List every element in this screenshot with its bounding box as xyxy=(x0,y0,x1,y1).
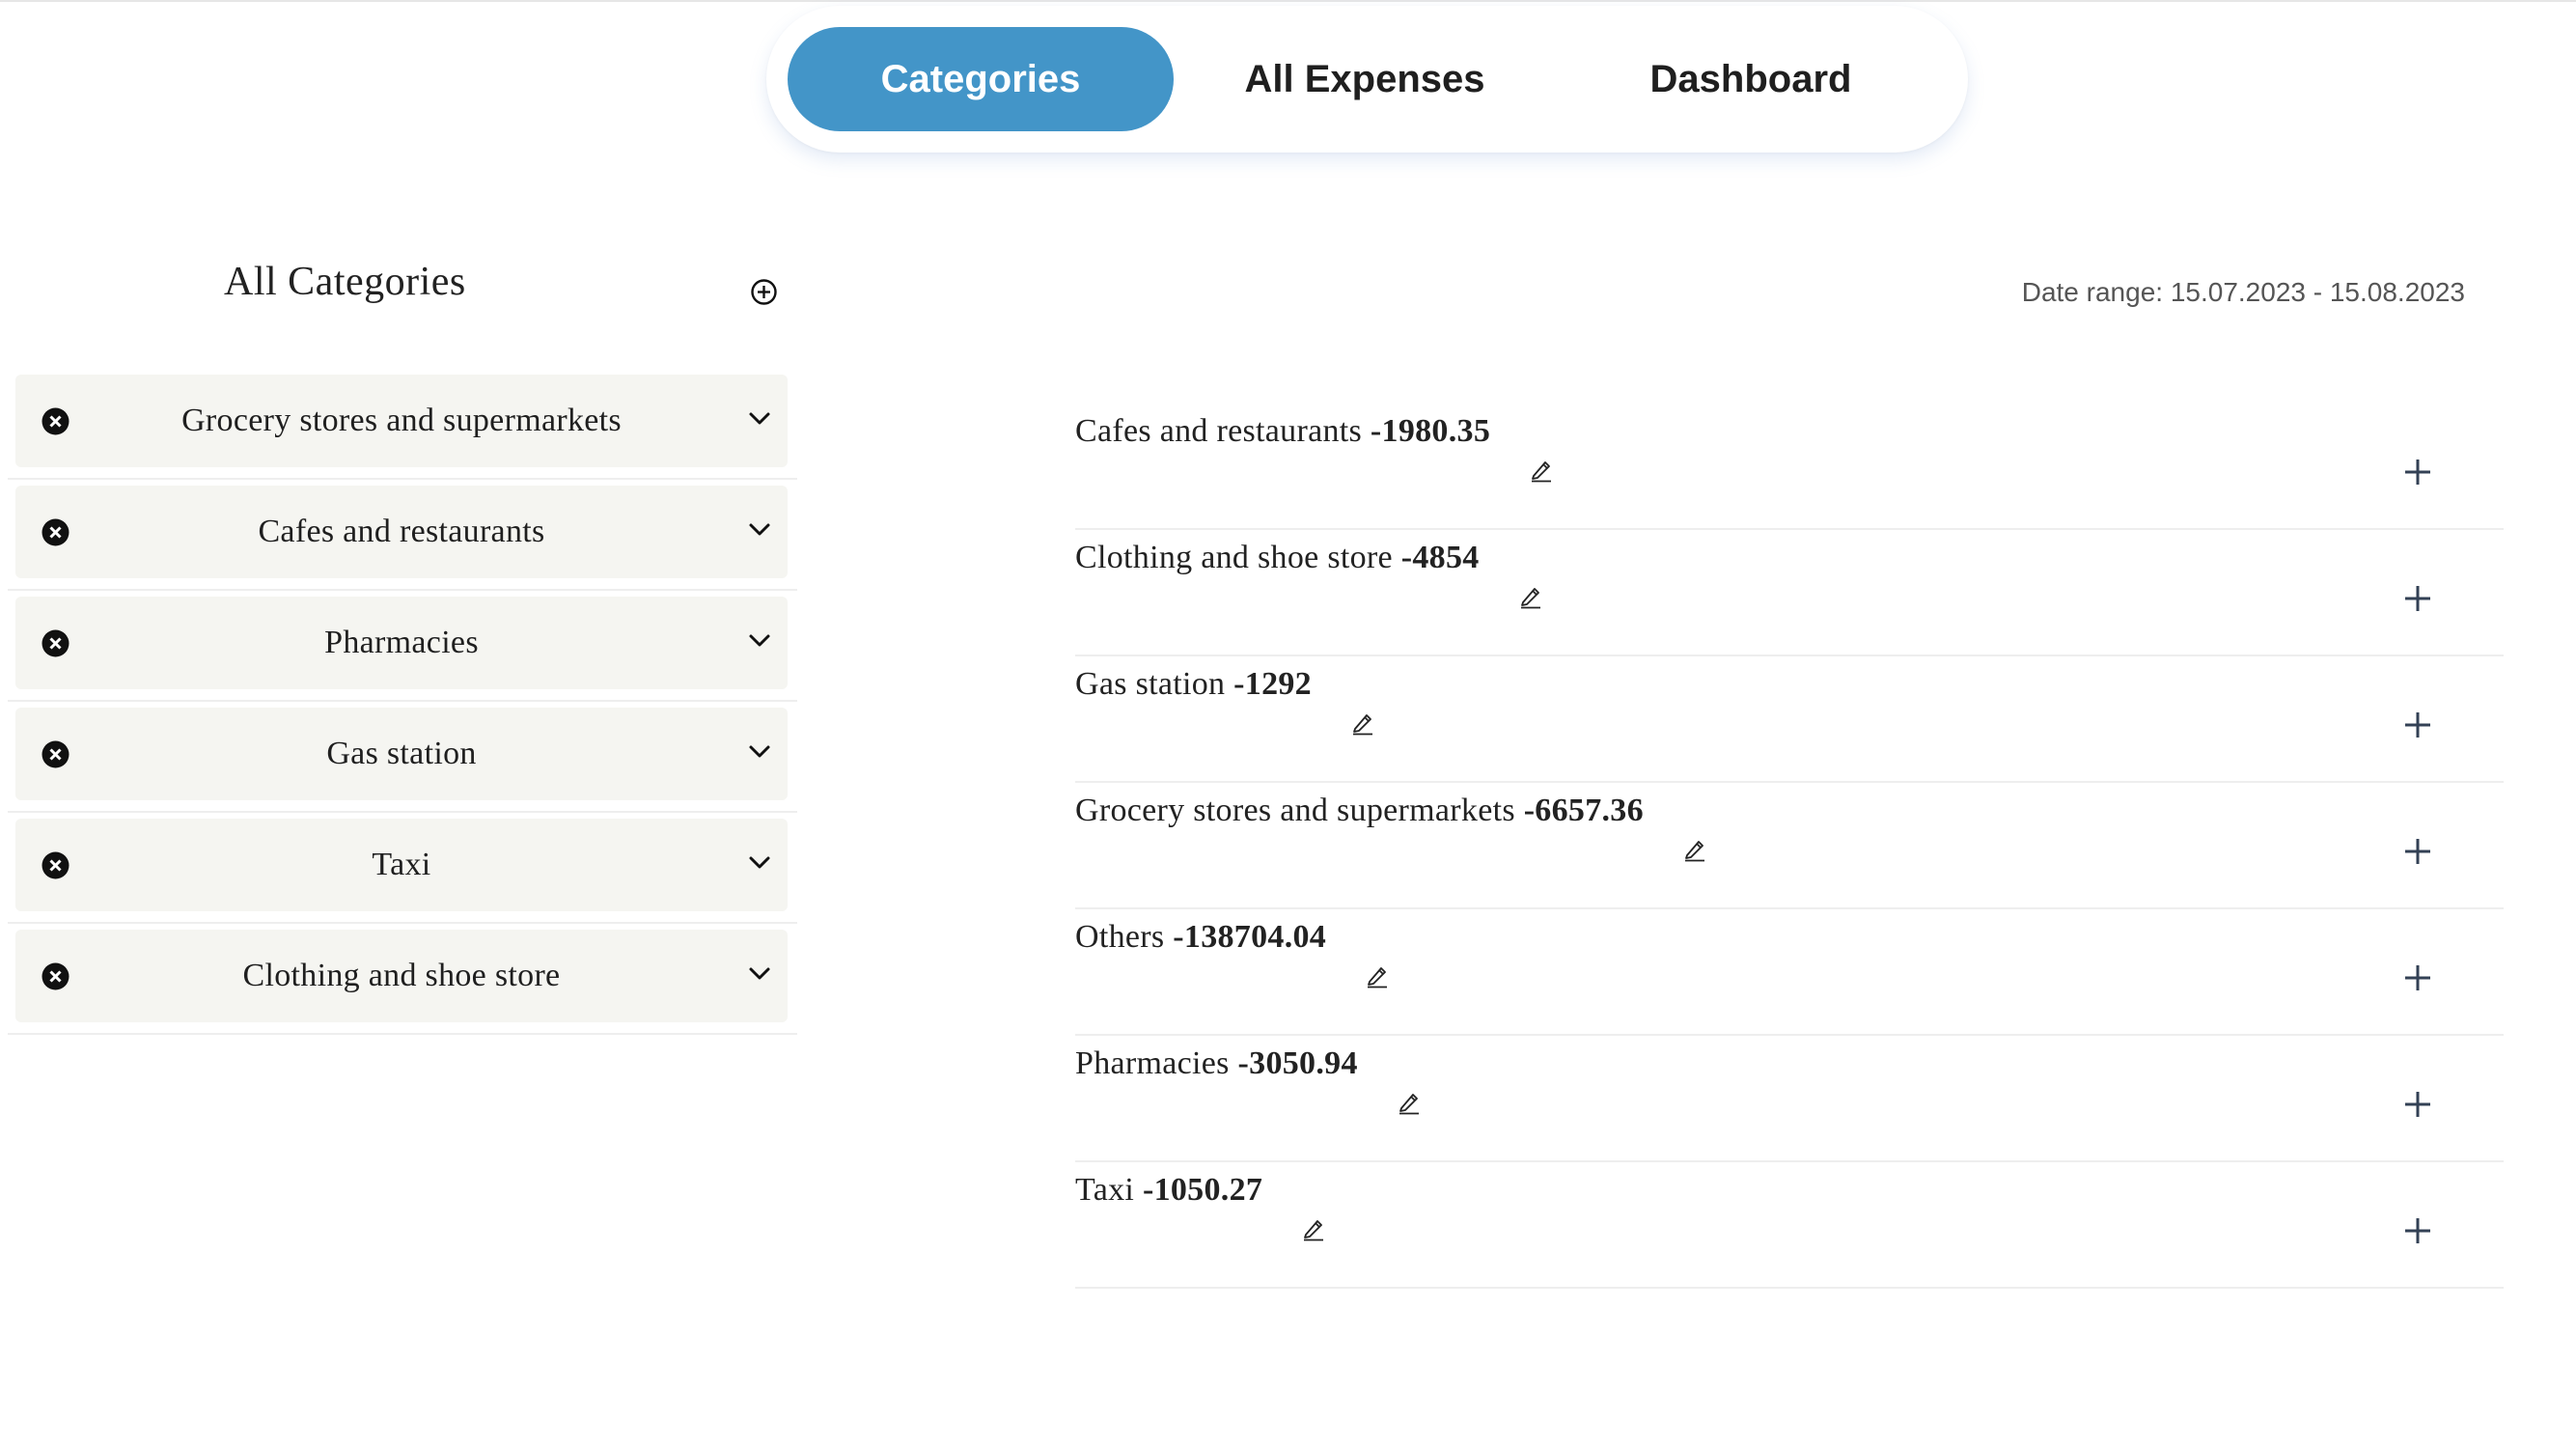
chevron-down-icon[interactable] xyxy=(747,409,772,429)
expense-amount: -4854 xyxy=(1400,540,1480,575)
chevron-down-icon[interactable] xyxy=(747,631,772,651)
chevron-down-icon[interactable] xyxy=(747,853,772,873)
tab-dashboard[interactable]: Dashboard xyxy=(1558,27,1944,131)
expense-category-name: Gas station xyxy=(1075,666,1226,702)
category-label: Clothing and shoe store xyxy=(242,958,561,993)
category-label: Grocery stores and supermarkets xyxy=(181,403,622,438)
expense-category-name: Others xyxy=(1075,919,1165,955)
list-item: Pharmacies xyxy=(8,591,797,702)
pencil-icon[interactable] xyxy=(1397,1090,1422,1115)
date-range: Date range: 15.07.2023 - 15.08.2023 xyxy=(2021,277,2465,307)
expense-amount: -1050.27 xyxy=(1142,1172,1263,1208)
pencil-icon[interactable] xyxy=(1365,963,1390,989)
expense-summary-list: Cafes and restaurants -1980.35 Clothing … xyxy=(1075,404,2504,1289)
category-card[interactable]: Taxi xyxy=(15,819,788,911)
plus-icon[interactable] xyxy=(2403,458,2432,487)
category-label: Cafes and restaurants xyxy=(258,514,545,549)
list-item: Grocery stores and supermarkets xyxy=(8,369,797,480)
remove-icon[interactable] xyxy=(42,518,69,546)
list-item: Gas station xyxy=(8,702,797,813)
pencil-icon[interactable] xyxy=(1518,584,1543,609)
remove-icon[interactable] xyxy=(42,407,69,435)
expense-category-name: Pharmacies xyxy=(1075,1045,1230,1081)
chevron-down-icon[interactable] xyxy=(747,964,772,984)
chevron-down-icon[interactable] xyxy=(747,520,772,540)
tab-all-expenses[interactable]: All Expenses xyxy=(1172,27,1558,131)
list-item: Clothing and shoe store -4854 xyxy=(1075,530,2504,656)
plus-icon[interactable] xyxy=(2403,963,2432,992)
top-divider xyxy=(0,0,2576,2)
expense-category-name: Taxi xyxy=(1075,1172,1135,1208)
category-label: Gas station xyxy=(326,736,477,771)
list-item: Grocery stores and supermarkets -6657.36 xyxy=(1075,783,2504,909)
list-item: Pharmacies -3050.94 xyxy=(1075,1036,2504,1162)
category-card[interactable]: Grocery stores and supermarkets xyxy=(15,375,788,467)
list-item: Clothing and shoe store xyxy=(8,924,797,1035)
expense-amount: -1292 xyxy=(1233,666,1312,702)
expense-category-name: Grocery stores and supermarkets xyxy=(1075,793,1515,828)
remove-icon[interactable] xyxy=(42,740,69,768)
category-card[interactable]: Cafes and restaurants xyxy=(15,486,788,578)
pencil-icon[interactable] xyxy=(1529,458,1554,483)
pencil-icon[interactable] xyxy=(1301,1216,1326,1241)
remove-icon[interactable] xyxy=(42,629,69,657)
list-item: Taxi xyxy=(8,813,797,924)
all-categories-title: All Categories xyxy=(224,260,466,304)
list-item: Cafes and restaurants -1980.35 xyxy=(1075,404,2504,530)
plus-icon[interactable] xyxy=(2403,710,2432,739)
list-item: Others -138704.04 xyxy=(1075,909,2504,1036)
category-label: Taxi xyxy=(372,847,431,882)
pencil-icon[interactable] xyxy=(1682,837,1707,862)
category-card[interactable]: Pharmacies xyxy=(15,597,788,689)
category-card[interactable]: Clothing and shoe store xyxy=(15,930,788,1022)
category-label: Pharmacies xyxy=(324,625,479,660)
category-list: Grocery stores and supermarkets Cafes an… xyxy=(8,369,797,1035)
tab-categories[interactable]: Categories xyxy=(788,27,1174,131)
category-card[interactable]: Gas station xyxy=(15,708,788,800)
remove-icon[interactable] xyxy=(42,962,69,990)
plus-circle-icon[interactable] xyxy=(750,278,778,306)
expense-category-name: Cafes and restaurants xyxy=(1075,413,1363,449)
plus-icon[interactable] xyxy=(2403,1216,2432,1245)
pencil-icon[interactable] xyxy=(1350,710,1375,736)
expense-amount: -138704.04 xyxy=(1173,919,1327,955)
expense-amount: -1980.35 xyxy=(1370,413,1491,449)
plus-icon[interactable] xyxy=(2403,1090,2432,1119)
expense-category-name: Clothing and shoe store xyxy=(1075,540,1393,575)
list-item: Gas station -1292 xyxy=(1075,656,2504,783)
chevron-down-icon[interactable] xyxy=(747,742,772,762)
main-nav: Categories All Expenses Dashboard xyxy=(766,6,1968,153)
list-item: Cafes and restaurants xyxy=(8,480,797,591)
list-item: Taxi -1050.27 xyxy=(1075,1162,2504,1289)
plus-icon[interactable] xyxy=(2403,584,2432,613)
remove-icon[interactable] xyxy=(42,851,69,879)
expense-amount: -6657.36 xyxy=(1523,793,1644,828)
expense-amount: -3050.94 xyxy=(1237,1045,1358,1081)
plus-icon[interactable] xyxy=(2403,837,2432,866)
